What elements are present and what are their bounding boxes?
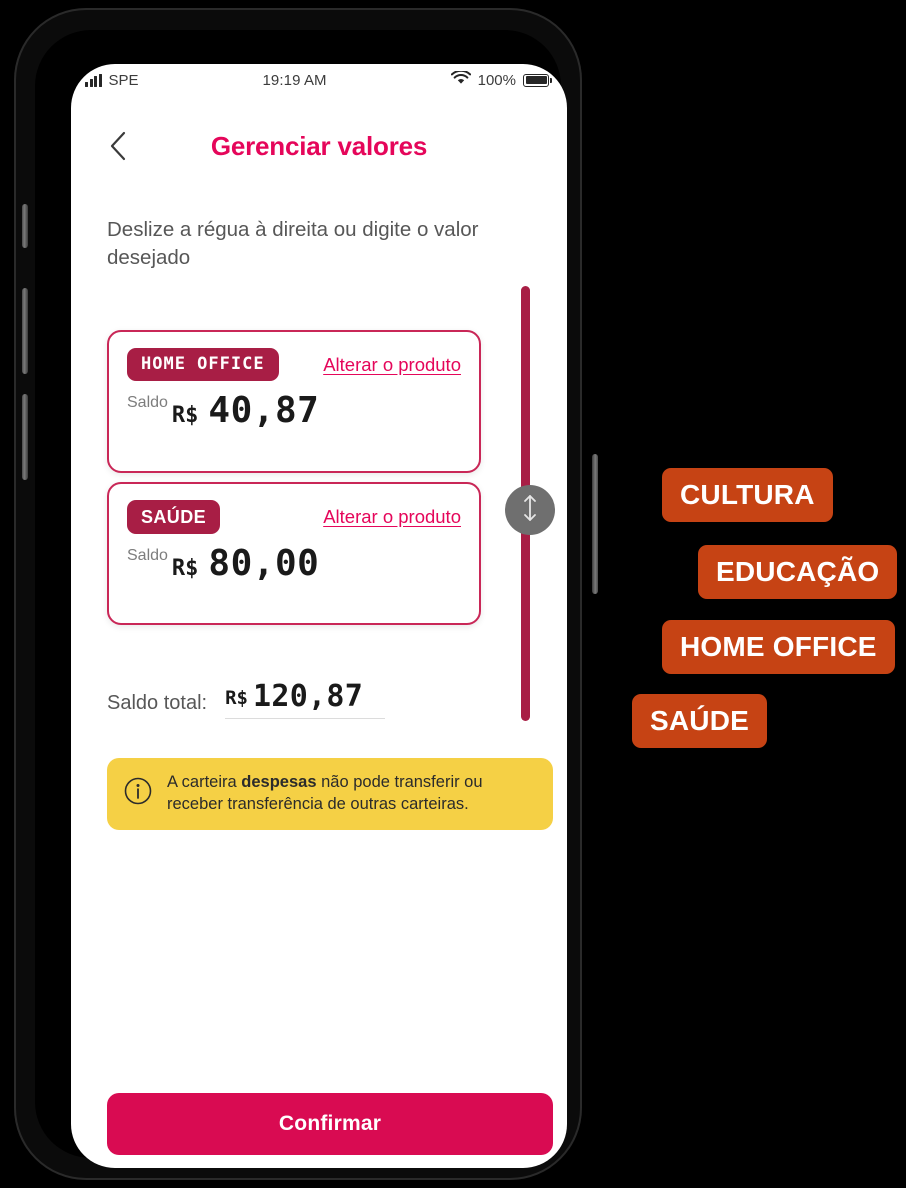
balance-currency: R$ bbox=[171, 556, 199, 582]
transfer-slider[interactable] bbox=[505, 286, 555, 721]
total-balance-label: Saldo total: bbox=[107, 692, 208, 714]
battery-icon bbox=[523, 73, 552, 87]
annotation-tag-cultura: CULTURA bbox=[662, 468, 833, 522]
phone-power-button[interactable] bbox=[592, 454, 598, 594]
status-bar-left: SPE bbox=[85, 72, 139, 89]
total-balance-amount: R$ 120,87 bbox=[225, 679, 386, 719]
wallet-card[interactable]: SAÚDE Alterar o produto Saldo R$ 80,00 bbox=[107, 482, 481, 625]
wallet-badge: SAÚDE bbox=[127, 500, 221, 534]
instruction-text: Deslize a régua à direita ou digite o va… bbox=[107, 218, 479, 270]
battery-percent-label: 100% bbox=[477, 71, 516, 89]
wallet-balance: Saldo R$ 40,87 bbox=[127, 390, 461, 431]
balance-value: 80,00 bbox=[208, 543, 320, 584]
carrier-label: SPE bbox=[108, 71, 139, 89]
wallet-balance: Saldo R$ 80,00 bbox=[127, 543, 461, 584]
balance-value: 40,87 bbox=[208, 390, 320, 431]
info-banner-text: A carteira despesas não pode transferir … bbox=[167, 772, 537, 816]
up-down-arrow-icon bbox=[519, 493, 541, 528]
annotation-tag-saude: SAÚDE bbox=[632, 694, 768, 748]
wallet-card-header: HOME OFFICE Alterar o produto bbox=[127, 348, 461, 381]
total-value: 120,87 bbox=[252, 679, 364, 714]
confirm-button[interactable]: Confirmar bbox=[107, 1093, 553, 1155]
phone-frame: SPE 19:19 AM 100% Gerenciar valores Desl… bbox=[14, 8, 598, 1180]
wallet-card[interactable]: HOME OFFICE Alterar o produto Saldo R$ 4… bbox=[107, 330, 481, 473]
status-bar-clock: 19:19 AM bbox=[262, 71, 327, 89]
change-product-link[interactable]: Alterar o produto bbox=[323, 354, 461, 376]
phone-volume-down-button[interactable] bbox=[22, 394, 28, 480]
balance-currency: R$ bbox=[171, 403, 199, 429]
info-text-bold: despesas bbox=[241, 773, 317, 791]
annotation-tag-home-office: HOME OFFICE bbox=[662, 620, 895, 674]
wallet-badge: HOME OFFICE bbox=[127, 348, 279, 381]
balance-label: Saldo bbox=[127, 547, 168, 565]
chevron-left-icon bbox=[108, 130, 128, 162]
back-button[interactable] bbox=[91, 119, 145, 173]
wallet-card-header: SAÚDE Alterar o produto bbox=[127, 500, 461, 534]
info-text-before: A carteira bbox=[167, 773, 242, 791]
slider-handle[interactable] bbox=[505, 485, 555, 535]
phone-silent-switch[interactable] bbox=[22, 204, 28, 248]
app-header: Gerenciar valores bbox=[71, 118, 567, 174]
phone-volume-up-button[interactable] bbox=[22, 288, 28, 374]
info-banner: A carteira despesas não pode transferir … bbox=[107, 758, 553, 830]
info-circle-icon bbox=[123, 776, 153, 811]
phone-bezel: SPE 19:19 AM 100% Gerenciar valores Desl… bbox=[35, 30, 567, 1168]
wifi-icon bbox=[450, 69, 471, 90]
signal-bars-icon bbox=[85, 73, 102, 87]
total-currency: R$ bbox=[225, 686, 248, 709]
balance-label: Saldo bbox=[127, 394, 168, 412]
status-bar-right: 100% bbox=[450, 69, 552, 90]
annotation-tag-educacao: EDUCAÇÃO bbox=[698, 545, 898, 599]
screenshot-root: SPE 19:19 AM 100% Gerenciar valores Desl… bbox=[0, 0, 906, 1188]
page-title: Gerenciar valores bbox=[210, 130, 428, 161]
change-product-link[interactable]: Alterar o produto bbox=[323, 506, 461, 528]
phone-screen: SPE 19:19 AM 100% Gerenciar valores Desl… bbox=[71, 64, 567, 1168]
total-balance-row: Saldo total: R$ 120,87 bbox=[107, 682, 481, 719]
status-bar: SPE 19:19 AM 100% bbox=[71, 64, 567, 96]
